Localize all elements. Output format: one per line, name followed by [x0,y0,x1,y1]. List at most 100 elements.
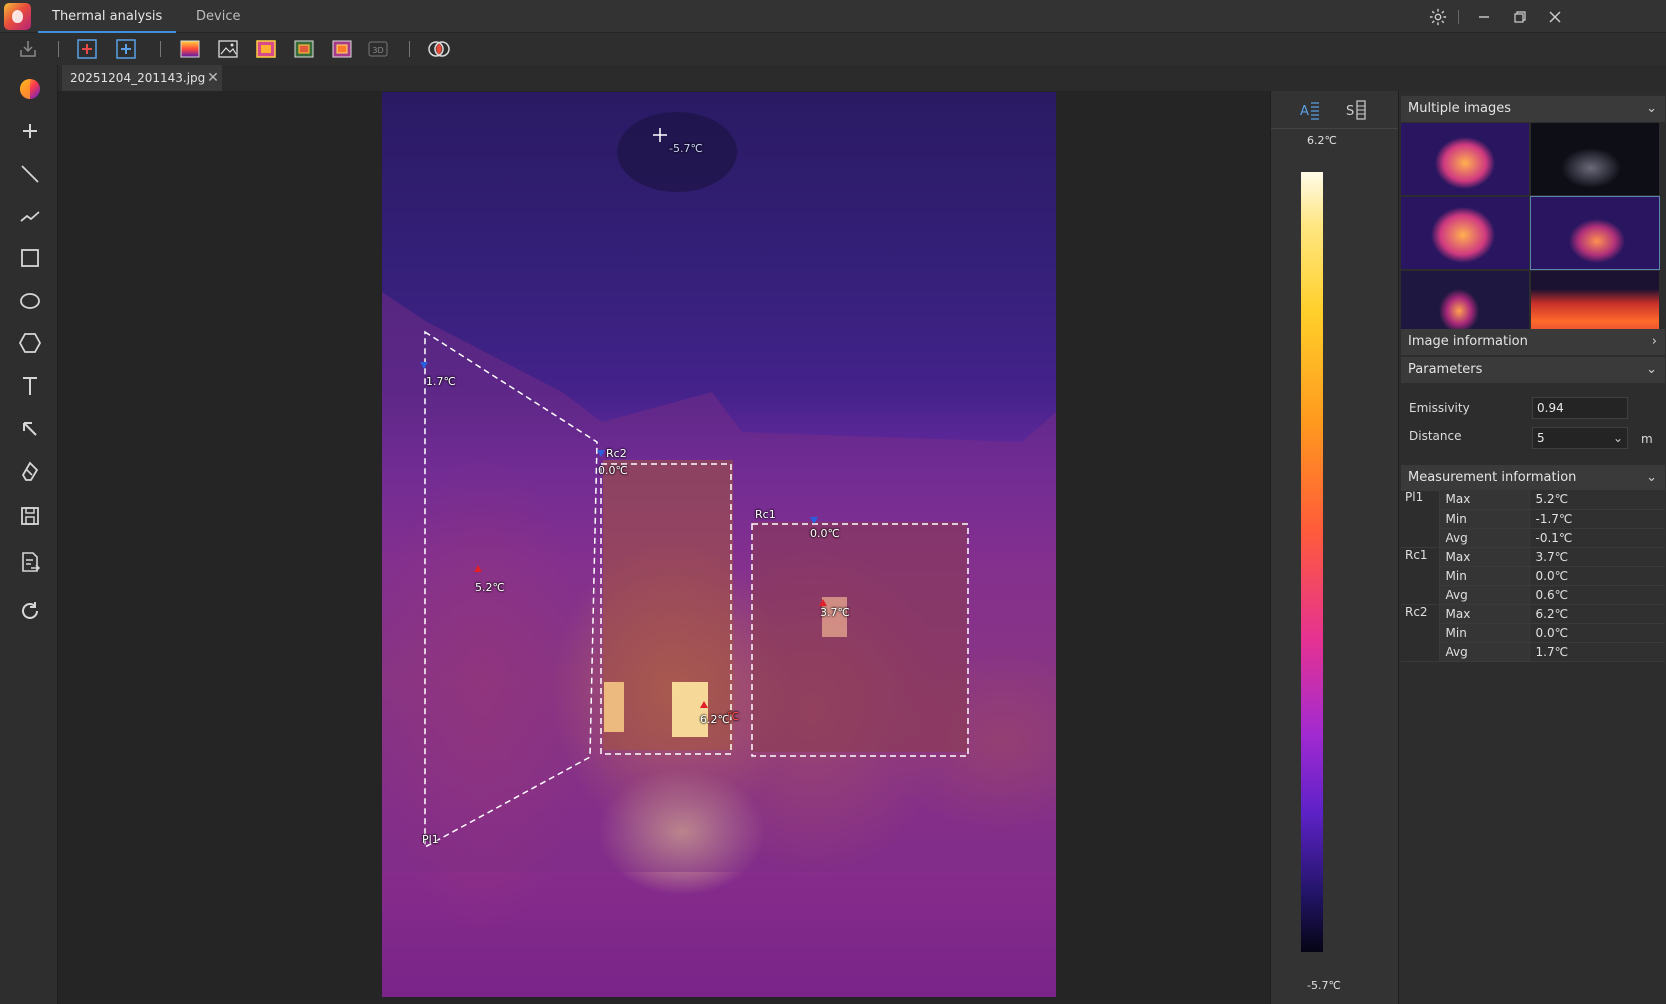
file-tab[interactable]: 20251204_201143.jpg ✕ [62,65,222,91]
stat-label: Min [1439,566,1530,586]
add-point-icon[interactable] [14,115,46,147]
colorbar-gradient[interactable] [1301,172,1323,952]
measurement-overlay [382,112,1056,872]
view-3d-icon[interactable]: 3D [367,38,389,60]
tab-device[interactable]: Device [182,0,254,33]
title-bar: Thermal analysis Device [0,0,1666,33]
region-cell: Rc2 [1401,604,1440,662]
polygon-tool-icon[interactable] [14,327,46,359]
add-point-red-icon[interactable] [76,38,98,60]
export-report-icon[interactable] [14,546,46,578]
stat-value: 0.0℃ [1529,623,1665,643]
eraser-tool-icon[interactable] [14,456,46,488]
colorbar-header: A S [1271,91,1399,129]
table-row: Rc2 Max 6.2℃ [1401,604,1665,662]
minimize-icon[interactable] [1471,4,1497,30]
window-hot [672,682,708,737]
stat-value: 6.2℃ [1529,604,1665,624]
colorbar-min-label: -5.7℃ [1307,979,1341,992]
overlap-unit-label: ℃ [727,710,740,723]
settings-gear-icon[interactable] [1425,4,1451,30]
rc2-label: Rc2 [606,447,627,460]
stat-value: -0.1℃ [1529,528,1665,548]
stat-value: 5.2℃ [1529,490,1665,510]
multiple-images-title: Multiple images [1408,101,1512,116]
rc2-min-label: 0.0℃ [598,464,628,477]
chevron-right-icon: › [1651,334,1657,349]
table-row: Avg 0.6℃ [1401,585,1665,605]
reset-icon[interactable] [14,595,46,627]
region-cell: Rc1 [1401,547,1440,605]
thumbnail[interactable] [1401,197,1529,269]
palette-ironbow-icon[interactable] [179,38,201,60]
thermal-image[interactable]: -5.7℃ 1.7℃ 5.2℃ Rc2 0.0℃ 6.2℃ ℃ Rc1 0.0℃… [382,92,1056,997]
stat-label: Min [1439,509,1530,529]
stat-value: -1.7℃ [1529,509,1665,529]
import-icon[interactable] [17,38,39,60]
table-row: Pl1 Max 5.2℃ [1401,490,1665,548]
right-panel: Multiple images ⌄ Image information › Pa… [1398,91,1666,1004]
table-row: Avg 1.7℃ [1401,642,1665,662]
file-tab-name: 20251204_201143.jpg [70,71,206,85]
toolbar-divider [409,41,410,57]
app-logo [4,3,31,30]
toolbar-divider [160,41,161,57]
multiple-images-header[interactable]: Multiple images ⌄ [1401,96,1665,122]
save-icon[interactable] [14,500,46,532]
arrow-tool-icon[interactable] [14,413,46,445]
stat-label: Min [1439,623,1530,643]
close-icon[interactable] [1542,4,1568,30]
picture-in-picture-icon[interactable] [293,38,315,60]
stat-label: Avg [1439,585,1530,605]
palette-wheel-icon[interactable] [14,73,46,105]
add-point-blue-icon[interactable] [115,38,137,60]
chevron-down-icon: ⌄ [1646,101,1657,116]
manual-range-icon[interactable]: S [1345,99,1367,121]
table-row: Avg -0.1℃ [1401,528,1665,548]
fusion-image-icon[interactable] [255,38,277,60]
pl1-max-label: 5.2℃ [475,581,505,594]
colorbar-panel: A S 6.2℃ -5.7℃ [1270,91,1399,1004]
parameters-title: Parameters [1408,362,1483,377]
colorbar-max-label: 6.2℃ [1307,134,1337,147]
rc1-label: Rc1 [755,508,776,521]
building-facade [752,522,967,752]
distance-select[interactable]: 5 ⌄ [1532,427,1628,449]
visible-image-icon[interactable] [217,38,239,60]
image-information-header[interactable]: Image information › [1401,329,1665,355]
polyline-tool-icon[interactable] [14,200,46,232]
thumbnail[interactable] [1401,123,1529,195]
stat-value: 3.7℃ [1529,547,1665,567]
titlebar-divider [1458,10,1459,24]
distance-unit: m [1641,432,1653,446]
parameters-header[interactable]: Parameters ⌄ [1401,357,1665,383]
line-tool-icon[interactable] [14,158,46,190]
compare-icon[interactable] [426,38,452,60]
stat-label: Avg [1439,642,1530,662]
stat-value: 0.0℃ [1529,566,1665,586]
tab-thermal-analysis[interactable]: Thermal analysis [38,0,177,33]
restore-icon[interactable] [1507,4,1533,30]
thumbnail-selected[interactable] [1530,196,1660,270]
distance-label: Distance [1409,429,1462,443]
region-cell: Pl1 [1401,490,1440,548]
file-tab-bar: 20251204_201143.jpg ✕ [58,65,1666,91]
ellipse-tool-icon[interactable] [14,285,46,317]
toolbar-divider [58,41,59,57]
file-tab-close-icon[interactable]: ✕ [204,65,222,91]
table-row: Min 0.0℃ [1401,566,1665,586]
pl1-min-label: 1.7℃ [426,375,456,388]
text-tool-icon[interactable] [14,370,46,402]
thermal-analysis-app: Thermal analysis Device 3D 20251204_2011… [0,0,1666,1004]
stat-label: Max [1439,604,1530,624]
thumbnail[interactable] [1531,123,1659,195]
measurement-table: Pl1 Max 5.2℃ Min -1.7℃ Avg -0.1℃ Rc1 Max… [1401,490,1665,662]
measurement-information-header[interactable]: Measurement information ⌄ [1401,465,1665,491]
thumbnail-grid [1401,123,1665,343]
stat-label: Max [1439,547,1530,567]
svg-text:3D: 3D [372,46,383,55]
rectangle-tool-icon[interactable] [14,242,46,274]
auto-range-icon[interactable]: A [1299,99,1321,121]
emissivity-field[interactable]: 0.94 [1532,397,1628,419]
blend-image-icon[interactable] [331,38,353,60]
